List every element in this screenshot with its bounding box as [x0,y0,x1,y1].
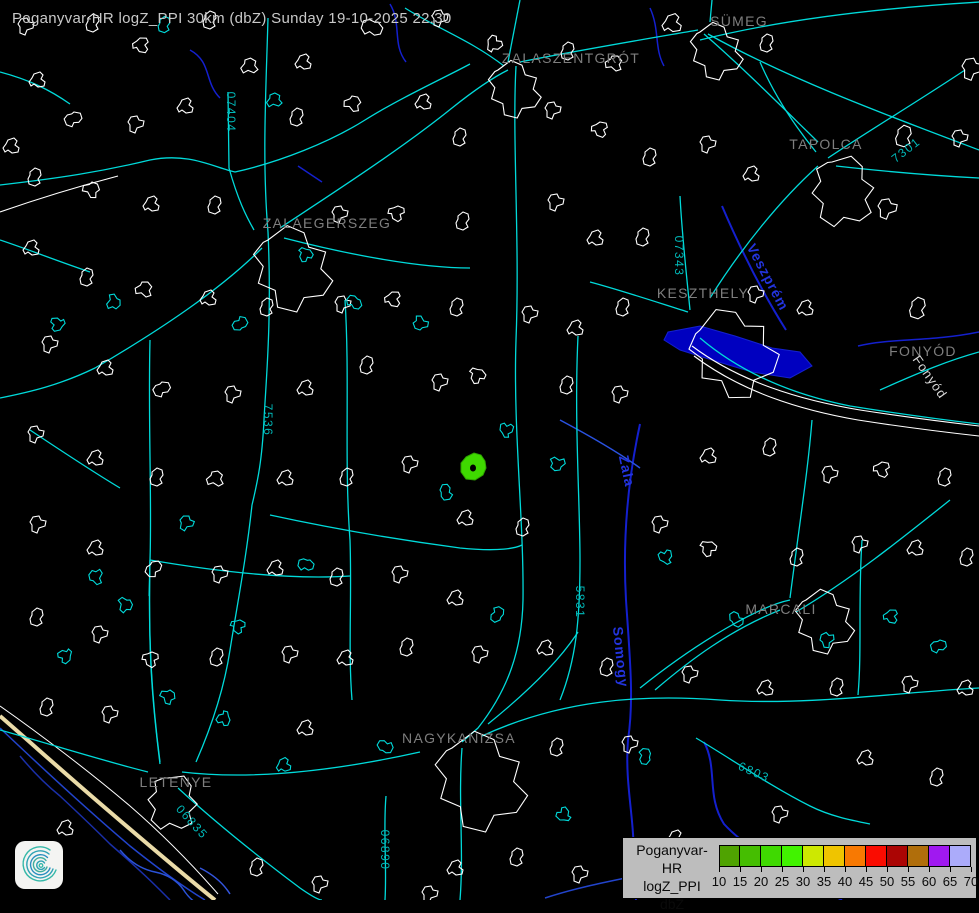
colorbar-tick-label: 30 [792,874,814,889]
city-label-keszthely: KESZTHELY [657,285,749,301]
colorbar-tickmark [866,867,867,872]
product-title: Poganyvar-HR logZ_PPI 30km (dbZ) Sunday … [12,10,452,27]
city-label-sumeg: SÜMEG [710,13,768,29]
colorbar-tickmark [950,867,951,872]
colorbar-swatch [866,845,887,867]
city-label-zalaszentgrot: ZALASZENTGRÓT [502,50,640,66]
city-label-marcali: MARCALI [745,601,816,617]
road-number-07343: 07343 [672,236,686,277]
city-label-tapolca: TAPOLCA [789,136,862,152]
colorbar-swatch [740,845,761,867]
railway-lines [0,176,979,436]
legend-station-name: Poganyvar-HR [627,841,717,877]
colorbar-swatch [950,845,971,867]
colorbar-tickmark [971,867,972,872]
colorbar-swatch [929,845,950,867]
colorbar-swatch [824,845,845,867]
colorbar-tick-label: 65 [939,874,961,889]
colorbar-tick-label: 15 [729,874,751,889]
colorbar-tick-label: 10 [708,874,730,889]
map-canvas [0,0,979,900]
colorbar [719,845,971,867]
city-label-zalaegerszeg: ZALAEGERSZEG [263,215,391,231]
colorbar-swatch [845,845,866,867]
colorbar-tickmark [824,867,825,872]
radar-image: { "title": "Poganyvar-HR logZ_PPI 30km (… [0,0,979,900]
city-label-nagykanizsa: NAGYKANIZSA [402,730,516,746]
colorbar-tickmark [782,867,783,872]
colorbar-tickmark [929,867,930,872]
legend-product-name: logZ_PPI [627,877,717,895]
colorbar-swatch [719,845,740,867]
lake-balaton [664,326,812,378]
road-number-07404: 07404 [224,92,238,133]
colorbar-tick-label: 70 [960,874,979,889]
colorbar-tick-label: 50 [876,874,898,889]
road-number-7536: 7536 [261,404,275,437]
colorbar-tick-label: 60 [918,874,940,889]
colorbar-tickmark [803,867,804,872]
colorbar-swatch [761,845,782,867]
colorbar-swatch [908,845,929,867]
colorbar-tickmark [719,867,720,872]
colorbar-tick-label: 20 [750,874,772,889]
road-number-06890: 06890 [378,830,392,871]
colorbar-tick-label: 35 [813,874,835,889]
colorbar-swatch [782,845,803,867]
colorbar-legend: Poganyvar-HR logZ_PPI dbZ 10152025303540… [622,837,977,899]
road-number-5831: 5831 [573,586,587,619]
colorbar-tick-label: 45 [855,874,877,889]
colorbar-tick-label: 40 [834,874,856,889]
colorbar-tickmark [845,867,846,872]
colorbar-tickmark [761,867,762,872]
colorbar-tickmark [740,867,741,872]
colorbar-tick-label: 25 [771,874,793,889]
colorbar-swatch [887,845,908,867]
legend-unit: dbZ [627,895,717,913]
road-network [0,0,979,900]
colorbar-tickmark [887,867,888,872]
city-label-letenye: LETENYE [140,774,213,790]
colorbar-swatch [803,845,824,867]
radar-echo [461,453,486,480]
colorbar-tickmark [908,867,909,872]
radar-spiral-logo [15,841,63,889]
legend-text-block: Poganyvar-HR logZ_PPI dbZ [627,841,717,913]
colorbar-tick-label: 55 [897,874,919,889]
